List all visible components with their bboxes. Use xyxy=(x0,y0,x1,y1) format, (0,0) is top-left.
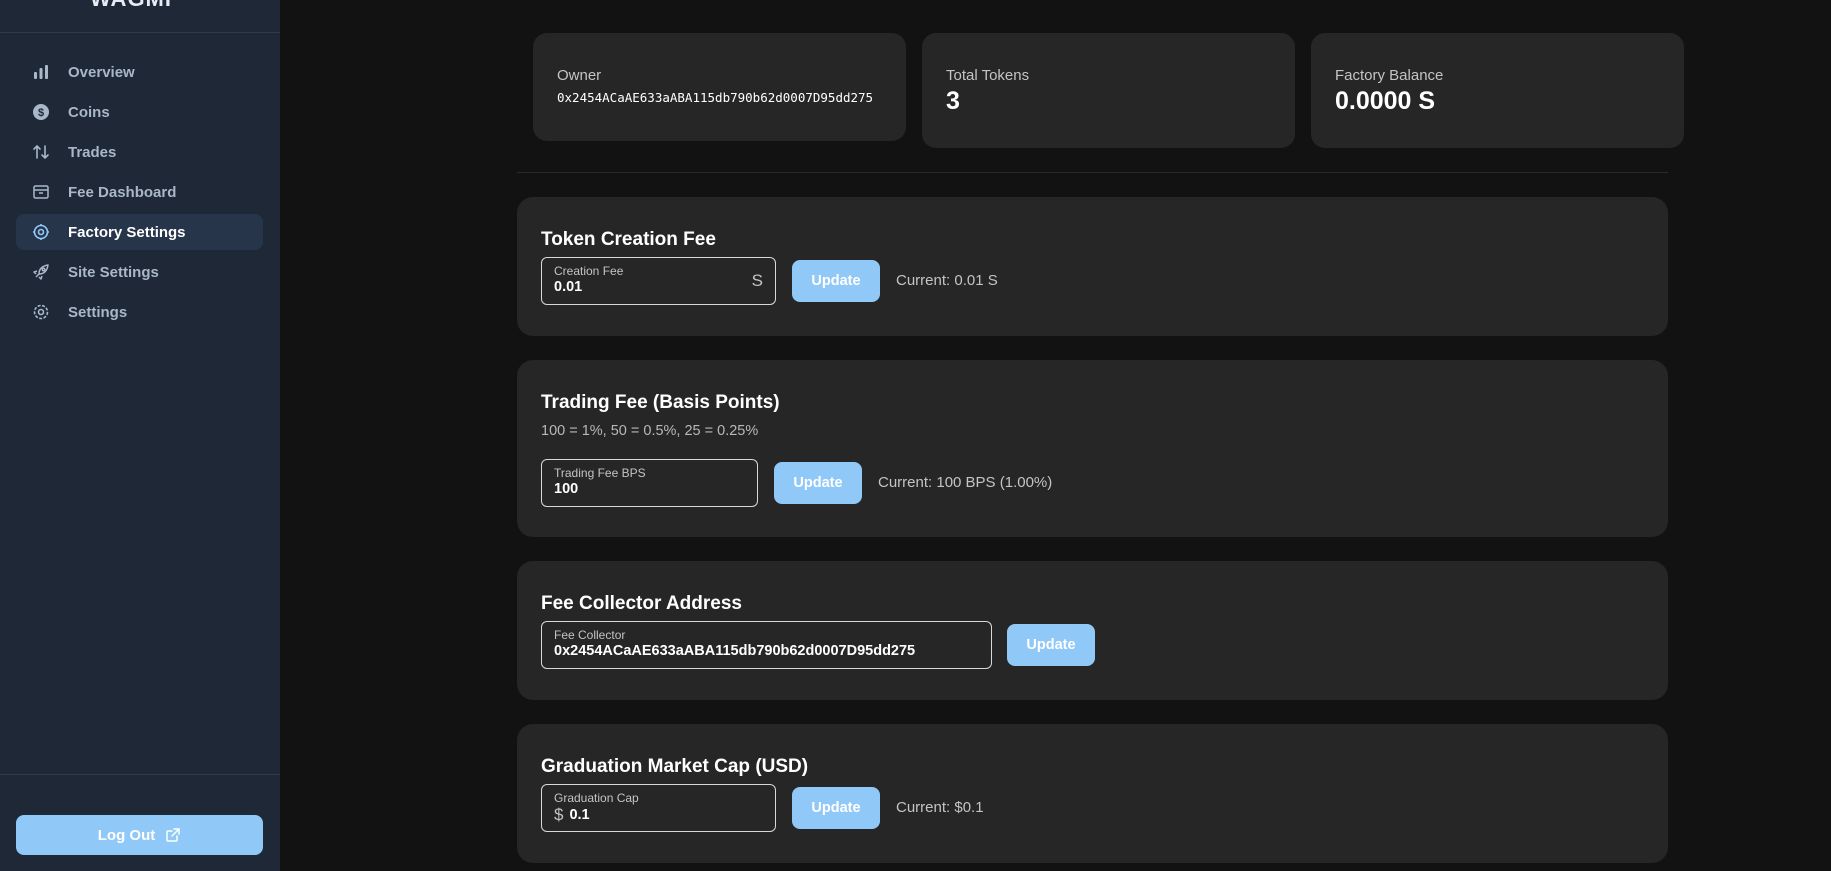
graduation-cap-card: Graduation Market Cap (USD) Graduation C… xyxy=(517,724,1668,863)
sidebar-item-label: Coins xyxy=(68,103,110,121)
sidebar-item-coins[interactable]: $ Coins xyxy=(16,94,263,130)
sidebar-item-label: Settings xyxy=(68,303,128,321)
creation-fee-field[interactable]: Creation Fee S xyxy=(541,257,776,305)
sidebar-item-trades[interactable]: Trades xyxy=(16,134,263,170)
currency-suffix: S xyxy=(751,271,763,290)
graduation-cap-label: Graduation Cap xyxy=(554,791,639,805)
total-tokens-card: Total Tokens 3 xyxy=(922,33,1295,148)
sidebar-item-factory-settings[interactable]: Factory Settings xyxy=(16,214,263,250)
trading-fee-current: Current: 100 BPS (1.00%) xyxy=(878,474,1053,491)
sidebar-divider xyxy=(0,774,280,775)
dollar-prefix: $ xyxy=(554,805,564,824)
fee-collector-input[interactable] xyxy=(554,643,979,659)
sidebar-item-label: Site Settings xyxy=(68,263,159,281)
owner-card: Owner 0x2454ACaAE633aABA115db790b62d0007… xyxy=(533,33,906,141)
sidebar-item-overview[interactable]: Overview xyxy=(16,54,263,90)
creation-fee-card: Token Creation Fee Creation Fee S Update… xyxy=(517,197,1668,336)
sidebar-item-label: Fee Dashboard xyxy=(68,183,177,201)
creation-fee-current: Current: 0.01 S xyxy=(896,272,998,289)
sidebar-nav: Overview $ Coins Trades Fee Dashboard Fa… xyxy=(16,54,263,334)
rocket-icon xyxy=(32,263,50,281)
total-tokens-value: 3 xyxy=(946,87,960,115)
sidebar-item-label: Factory Settings xyxy=(68,223,186,241)
svg-text:$: $ xyxy=(38,107,44,119)
total-tokens-label: Total Tokens xyxy=(946,67,1030,84)
graduation-cap-title: Graduation Market Cap (USD) xyxy=(541,756,809,777)
fee-collector-field[interactable]: Fee Collector xyxy=(541,621,992,669)
update-trading-fee-button[interactable]: Update xyxy=(774,462,862,504)
external-link-icon xyxy=(166,828,180,842)
logout-button[interactable]: Log Out xyxy=(16,815,263,855)
fee-collector-label: Fee Collector xyxy=(554,628,626,642)
content-divider xyxy=(517,172,1668,173)
fee-collector-title: Fee Collector Address xyxy=(541,593,742,614)
owner-address: 0x2454ACaAE633aABA115db790b62d0007D95dd2… xyxy=(557,90,874,105)
graduation-cap-field[interactable]: Graduation Cap $ xyxy=(541,784,776,832)
logout-label: Log Out xyxy=(97,826,156,844)
sidebar-item-site-settings[interactable]: Site Settings xyxy=(16,254,263,290)
fee-collector-card: Fee Collector Address Fee Collector Upda… xyxy=(517,561,1668,700)
trading-fee-input[interactable] xyxy=(554,481,745,497)
sidebar-divider xyxy=(0,32,280,33)
creation-fee-label: Creation Fee xyxy=(554,264,624,278)
factory-balance-value: 0.0000 S xyxy=(1335,87,1436,115)
graduation-cap-row: $ xyxy=(554,805,763,825)
arrows-up-down-icon xyxy=(32,143,50,161)
creation-fee-title: Token Creation Fee xyxy=(541,229,716,250)
gear-icon xyxy=(32,303,50,321)
trading-fee-title: Trading Fee (Basis Points) xyxy=(541,392,780,413)
sidebar-item-fee-dashboard[interactable]: Fee Dashboard xyxy=(16,174,263,210)
sidebar-item-settings[interactable]: Settings xyxy=(16,294,263,330)
trading-fee-label: Trading Fee BPS xyxy=(554,466,646,480)
update-creation-fee-button[interactable]: Update xyxy=(792,260,880,302)
brand-logo: WAGMI xyxy=(90,0,172,12)
trading-fee-card: Trading Fee (Basis Points) 100 = 1%, 50 … xyxy=(517,360,1668,537)
dollar-coin-icon: $ xyxy=(32,103,50,121)
archive-box-icon xyxy=(32,183,50,201)
cog-icon xyxy=(32,223,50,241)
graduation-cap-current: Current: $0.1 xyxy=(896,799,984,816)
sidebar-item-label: Overview xyxy=(68,63,135,81)
creation-fee-input[interactable] xyxy=(554,279,763,295)
sidebar: WAGMI Overview $ Coins Trades Fee Dashbo… xyxy=(0,0,280,871)
owner-label: Owner xyxy=(557,67,602,84)
factory-balance-card: Factory Balance 0.0000 S xyxy=(1311,33,1684,148)
factory-balance-label: Factory Balance xyxy=(1335,67,1444,84)
trading-fee-description: 100 = 1%, 50 = 0.5%, 25 = 0.25% xyxy=(541,423,759,439)
bar-chart-icon xyxy=(32,63,50,81)
graduation-cap-input[interactable] xyxy=(569,807,763,823)
sidebar-item-label: Trades xyxy=(68,143,117,161)
update-fee-collector-button[interactable]: Update xyxy=(1007,624,1095,666)
trading-fee-field[interactable]: Trading Fee BPS xyxy=(541,459,758,507)
update-graduation-cap-button[interactable]: Update xyxy=(792,787,880,829)
